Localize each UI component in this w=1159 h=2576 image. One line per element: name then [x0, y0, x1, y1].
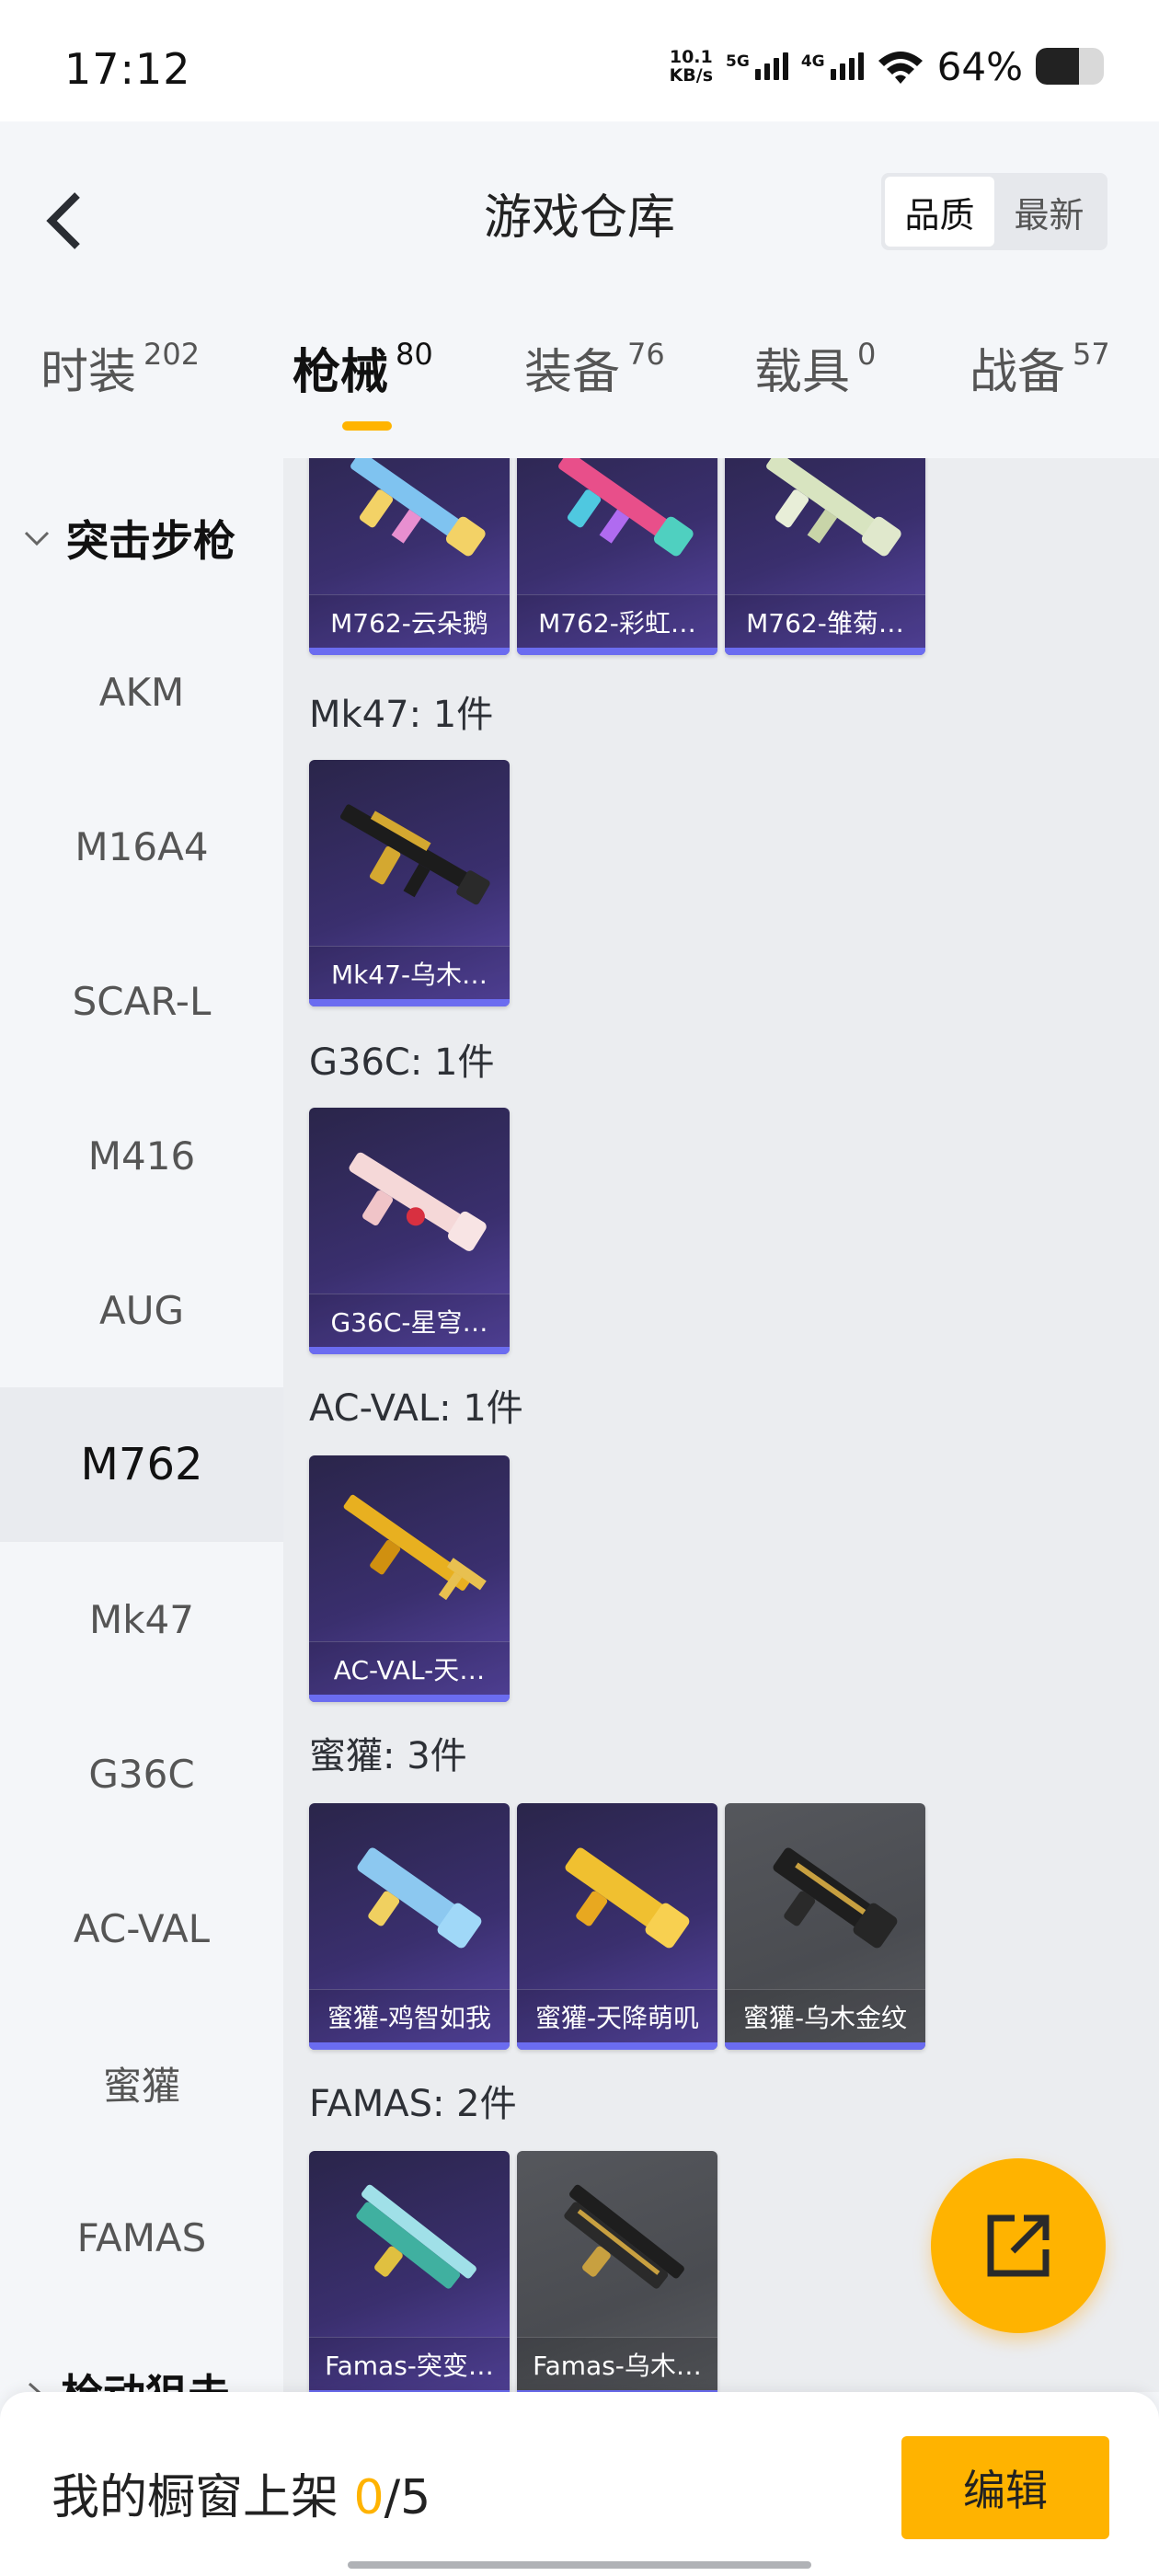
sidebar-item-aug[interactable]: AUG — [0, 1233, 283, 1387]
skin-name: Famas-突变… — [309, 2337, 510, 2390]
group-title-ac-val: AC-VAL: 1件 — [309, 1387, 523, 1430]
sidebar-item-scar-l[interactable]: SCAR-L — [0, 924, 283, 1078]
rifle-skin-icon — [766, 458, 901, 557]
tab-fashion[interactable]: 时装 202 — [40, 333, 200, 402]
showcase-total: 5 — [400, 2470, 431, 2525]
sort-newest-option[interactable]: 最新 — [994, 177, 1104, 247]
skin-card[interactable]: M762-彩虹… — [517, 458, 717, 655]
skin-name: M762-雏菊… — [725, 594, 925, 648]
wifi-icon — [878, 52, 923, 84]
showcase-count: 0 — [353, 2470, 384, 2525]
rifle-skin-icon — [356, 2184, 476, 2289]
skin-card[interactable]: M762-云朵鹅 — [309, 458, 510, 655]
skin-name: M762-彩虹… — [517, 594, 717, 648]
tab-vehicles[interactable]: 载具 0 — [754, 333, 876, 402]
signal-4g-icon: 4G — [801, 52, 864, 80]
sidebar-item-m762[interactable]: M762 — [0, 1387, 283, 1542]
skin-card[interactable]: G36C-星穹… — [309, 1108, 510, 1354]
sidebar-item-m16a4[interactable]: M16A4 — [0, 769, 283, 924]
sidebar-item-mk47[interactable]: Mk47 — [0, 1542, 283, 1696]
sort-quality-option[interactable]: 品质 — [885, 177, 994, 247]
chevron-down-icon — [24, 531, 50, 546]
sidebar-item-akm[interactable]: AKM — [0, 615, 283, 769]
skin-card[interactable]: Mk47-乌木… — [309, 760, 510, 1006]
status-bar: 17:12 10.1 KB/s 5G 4G 64% — [0, 0, 1159, 121]
category-tabs: 时装 202 枪械 80 装备 76 载具 0 战备 57 — [0, 333, 1159, 425]
category-bolt-sniper[interactable]: 栓动狙击 — [0, 2355, 283, 2392]
home-indicator[interactable] — [348, 2561, 811, 2569]
share-button[interactable] — [931, 2158, 1106, 2333]
skin-name: 蜜獾-天降萌叽 — [517, 1989, 717, 2042]
battery-text: 64% — [936, 43, 1023, 89]
rifle-skin-icon — [773, 1847, 898, 1949]
skin-name: Mk47-乌木… — [309, 946, 510, 999]
signal-5g-icon: 5G — [726, 52, 788, 80]
weapon-sidebar: 突击步枪 AKM M16A4 SCAR-L M416 AUG M762 Mk47… — [0, 458, 283, 2392]
rifle-skin-icon — [339, 804, 490, 905]
tab-equipment[interactable]: 装备 76 — [524, 333, 665, 402]
skin-card[interactable]: Famas-乌木… — [517, 2151, 717, 2392]
sidebar-item-g36c[interactable]: G36C — [0, 1696, 283, 1851]
skin-grid: M762-云朵鹅 M762-彩虹… M762-雏菊… Mk47: 1件 Mk47… — [283, 458, 1159, 2392]
tab-supplies[interactable]: 战备 57 — [970, 333, 1110, 402]
battery-icon — [1036, 48, 1104, 85]
skin-card[interactable]: 蜜獾-鸡智如我 — [309, 1803, 510, 2050]
edit-button[interactable]: 编辑 — [901, 2436, 1109, 2539]
rifle-skin-icon — [357, 1847, 482, 1949]
sidebar-item-ac-val[interactable]: AC-VAL — [0, 1851, 283, 2006]
showcase-status: 我的橱窗上架 0/5 — [52, 2470, 431, 2525]
skin-name: Famas-乌木… — [517, 2337, 717, 2390]
sidebar-item-famas[interactable]: FAMAS — [0, 2160, 283, 2315]
active-tab-indicator — [342, 421, 392, 431]
rifle-skin-icon — [564, 2184, 684, 2289]
rifle-skin-icon — [565, 1847, 690, 1949]
skin-name: 蜜獾-乌木金纹 — [725, 1989, 925, 2042]
rifle-skin-icon — [343, 1494, 487, 1601]
status-time: 17:12 — [64, 44, 191, 94]
category-assault-rifle[interactable]: 突击步枪 — [0, 478, 283, 598]
skin-card[interactable]: Famas-突变… — [309, 2151, 510, 2392]
skin-name: 蜜獾-鸡智如我 — [309, 1989, 510, 2042]
rifle-skin-icon — [350, 458, 486, 557]
status-icons: 10.1 KB/s 5G 4G 64% — [670, 39, 1104, 94]
group-title-g36c: G36C: 1件 — [309, 1041, 495, 1084]
skin-card[interactable]: M762-雏菊… — [725, 458, 925, 655]
tab-firearms[interactable]: 枪械 80 — [293, 333, 433, 402]
network-speed: 10.1 KB/s — [669, 47, 714, 86]
group-title-mk47: Mk47: 1件 — [309, 694, 494, 736]
sidebar-item-honey-badger[interactable]: 蜜獾 — [0, 2006, 283, 2160]
rifle-skin-icon — [349, 1152, 487, 1251]
skin-name: M762-云朵鹅 — [309, 594, 510, 648]
sidebar-item-m416[interactable]: M416 — [0, 1078, 283, 1233]
chevron-right-icon — [28, 2382, 41, 2392]
sort-toggle: 品质 最新 — [881, 173, 1107, 250]
skin-card[interactable]: 蜜獾-天降萌叽 — [517, 1803, 717, 2050]
skin-card[interactable]: 蜜獾-乌木金纹 — [725, 1803, 925, 2050]
share-icon — [987, 2214, 1050, 2277]
group-title-honey-badger: 蜜獾: 3件 — [309, 1735, 467, 1777]
group-title-famas: FAMAS: 2件 — [309, 2083, 517, 2125]
skin-card[interactable]: AC-VAL-天… — [309, 1455, 510, 1702]
skin-name: G36C-星穹… — [309, 1294, 510, 1347]
bottom-bar: 我的橱窗上架 0/5 编辑 — [0, 2392, 1159, 2576]
rifle-skin-icon — [558, 458, 694, 557]
skin-name: AC-VAL-天… — [309, 1641, 510, 1695]
